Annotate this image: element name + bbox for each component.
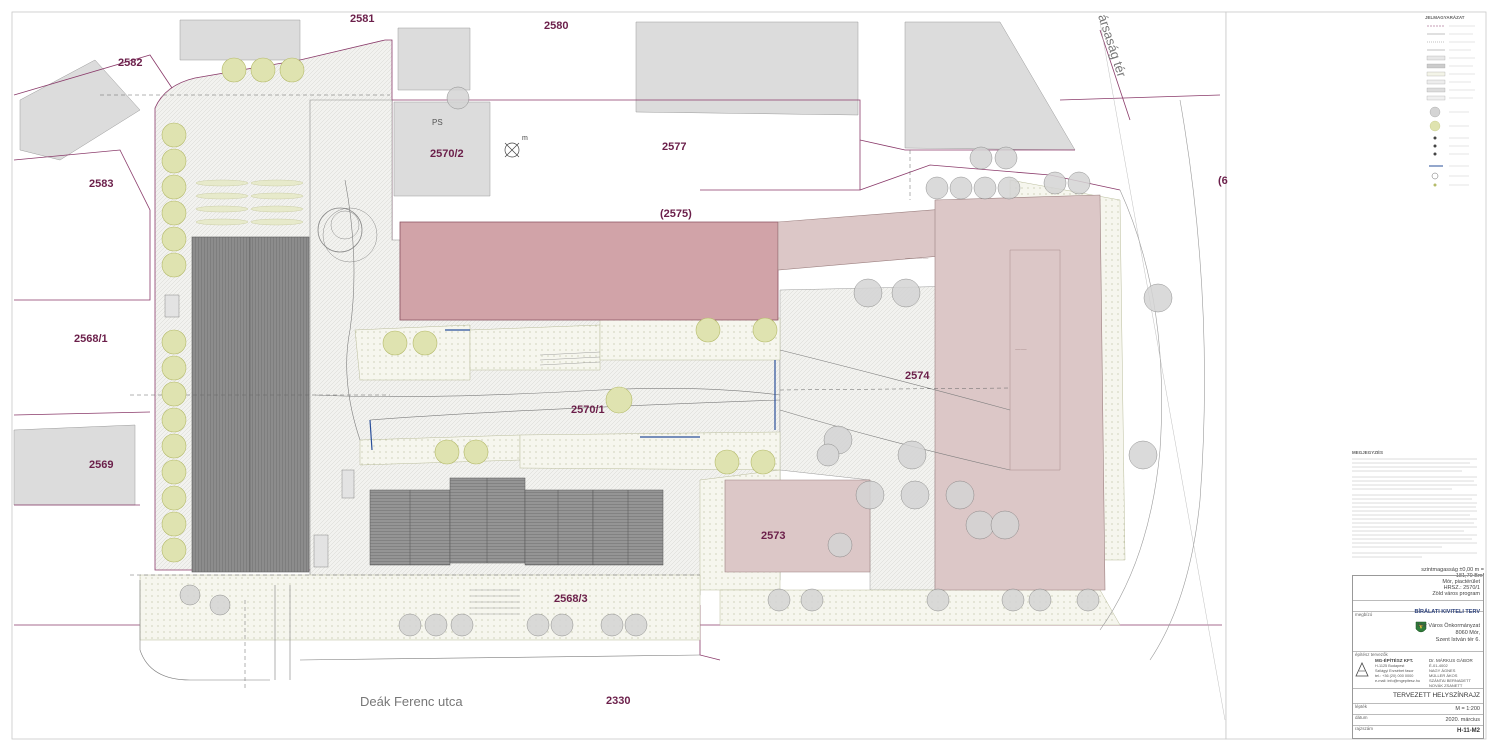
street-deak-ferenc: Deák Ferenc utca xyxy=(360,694,463,709)
site-plan-drawing: m PS 2581 2580 2582 2583 2568/1 2569 257… xyxy=(11,11,1487,740)
sheet-number: H-11-M2 xyxy=(1456,728,1480,734)
parcel-2568-1: 2568/1 xyxy=(74,333,108,345)
drawing-title: TERVEZETT HELYSZÍNRAJZ xyxy=(1392,692,1480,699)
parcel-2580: 2580 xyxy=(544,20,568,32)
building-2573 xyxy=(724,479,871,573)
scale-value: M = 1:200 xyxy=(1455,706,1480,712)
legend-symbols xyxy=(1426,25,1475,187)
utility-block xyxy=(313,534,329,568)
parking-label: PS xyxy=(432,118,443,127)
bench-block xyxy=(341,469,355,499)
svg-text:⸺⸺⸺⸺: ⸺⸺⸺⸺ xyxy=(905,256,929,260)
parcel-2568-3: 2568/3 xyxy=(554,593,588,605)
parcel-2575: (2575) xyxy=(660,208,692,220)
parcel-2582: 2582 xyxy=(118,57,142,69)
kiosk xyxy=(164,294,180,318)
parcel-2569: 2569 xyxy=(89,459,113,471)
sheet-number-label: rajzszám xyxy=(1355,726,1374,731)
svg-text:⸺⸺: ⸺⸺ xyxy=(1015,347,1027,351)
scale-label: lépték xyxy=(1355,704,1368,709)
client-row: megbízó Mór Város Önkormányzat 8060 Mór,… xyxy=(1353,611,1483,652)
firm-line4: e-mail: info@mgepitesz.hu xyxy=(1375,679,1421,683)
project-line3: Zöld város program xyxy=(1432,591,1480,597)
drawing-title-row: TERVEZETT HELYSZÍNRAJZ xyxy=(1353,688,1483,704)
title-block: Mór, piactérület HRSZ.: 2570/1 Zöld váro… xyxy=(1352,575,1484,739)
parcel-2573: 2573 xyxy=(761,530,785,542)
svg-text:m: m xyxy=(522,135,528,142)
date-value: 2020. március xyxy=(1445,717,1480,723)
firm-name: MG-ÉPÍTÉSZ KFT. xyxy=(1375,658,1414,663)
legend: JELMAGYARÁZAT xyxy=(1425,15,1480,190)
market-hall-building xyxy=(399,221,779,321)
notes-text-lines xyxy=(1352,458,1477,558)
parcel-2577: 2577 xyxy=(662,141,686,153)
parcel-2581: 2581 xyxy=(350,13,374,25)
site-plan-sheet: m PS 2581 2580 2582 2583 2568/1 2569 257… xyxy=(0,0,1500,750)
client-line1: Mór Város Önkormányzat xyxy=(1417,623,1480,629)
designer-row: építész tervezők MG-ÉPÍTÉSZ KFT. H-1125 … xyxy=(1353,651,1483,689)
parcel-2574: 2574 xyxy=(905,370,930,382)
market-stalls xyxy=(369,477,664,566)
firm-line2: Szilágyi Erzsébet fasor xyxy=(1375,669,1414,673)
firm-line1: H-1125 Budapest xyxy=(1375,664,1405,668)
sheet-number-row: rajzszám H-11-M2 xyxy=(1353,725,1483,737)
parcel-2570-2: 2570/2 xyxy=(430,148,464,160)
client-line3: Szent István tér 6. xyxy=(1435,637,1480,643)
firm-line3: tel.: +36 (20) 000 0000 xyxy=(1375,674,1414,678)
firm-logo-icon xyxy=(1355,662,1369,677)
notes-block: MEGJEGYZÉS xyxy=(1352,450,1480,565)
building-2574-inner xyxy=(1009,249,1061,471)
parcel-2570-1: 2570/1 xyxy=(571,404,605,416)
market-canopy-west xyxy=(191,236,310,573)
parcel-2330: 2330 xyxy=(606,695,630,707)
client-row-label: megbízó xyxy=(1355,612,1373,617)
project-info: Mór, piactérület HRSZ.: 2570/1 Zöld váro… xyxy=(1353,576,1483,601)
designer-row-label: építész tervezők xyxy=(1355,652,1388,657)
parcel-6: (6 xyxy=(1218,175,1228,187)
parcel-2583: 2583 xyxy=(89,178,113,190)
date-label: dátum xyxy=(1355,715,1368,720)
client-line2: 8060 Mór, xyxy=(1455,630,1480,636)
